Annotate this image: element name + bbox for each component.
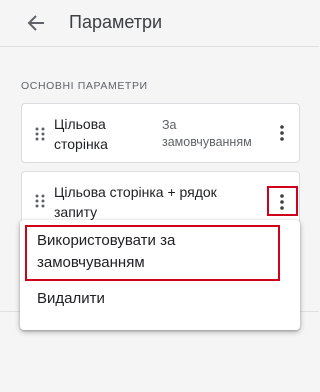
context-menu: Використовувати за замовчуванням Видалит… [20, 220, 300, 330]
back-button[interactable] [24, 11, 48, 35]
parameter-title-line1: Цільова [54, 116, 106, 132]
parameter-value: За замовчуванням [162, 117, 252, 151]
drag-handle-icon[interactable] [35, 194, 45, 208]
menu-item-label-line2: замовчуванням [37, 254, 145, 271]
more-vert-icon [280, 125, 284, 141]
section-label: ОСНОВНІ ПАРАМЕТРИ [21, 80, 148, 92]
menu-item-label-line1: Використовувати за [37, 232, 176, 249]
more-vert-icon [280, 194, 284, 210]
parameter-title-line2: запиту [54, 204, 98, 220]
parameter-title-line1: Цільова сторінка + рядок [54, 184, 217, 200]
top-bar: Параметри [0, 0, 319, 47]
menu-item-label: Видалити [37, 290, 105, 307]
parameter-title: Цільова сторінка + рядок запиту [54, 182, 217, 222]
drag-handle-icon[interactable] [35, 127, 45, 141]
menu-item-delete[interactable]: Видалити [20, 288, 300, 318]
parameter-value-line2: замовчуванням [162, 135, 252, 149]
parameter-value-line1: За [162, 118, 177, 132]
arrow-back-icon [27, 15, 44, 31]
parameter-title-line2: сторінка [54, 136, 108, 152]
more-options-button[interactable] [272, 190, 292, 214]
parameter-card-landing-page: Цільова сторінка За замовчуванням [21, 103, 300, 163]
menu-item-use-default[interactable]: Використовувати за замовчуванням [20, 230, 300, 280]
parameter-title: Цільова сторінка [54, 114, 108, 154]
more-options-button[interactable] [272, 121, 292, 145]
page-title: Параметри [69, 12, 163, 32]
